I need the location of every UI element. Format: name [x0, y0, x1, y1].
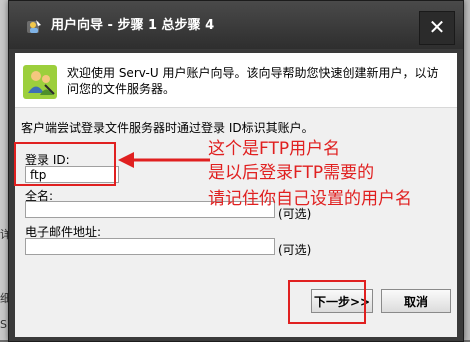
users-icon [23, 65, 57, 99]
login-id-highlight-box [14, 142, 116, 186]
annotation-line-1: 这个是FTP用户名 [208, 139, 341, 159]
login-id-description: 客户端尝试登录文件服务器时通过登录 ID标识其账户。 [21, 121, 314, 135]
close-icon: ✕ [428, 15, 446, 39]
background-glyph: S [0, 318, 7, 331]
annotation-arrow-icon [118, 152, 210, 168]
annotation-line-2: 是以后登录FTP需要的 [208, 163, 375, 183]
email-optional-hint: (可选) [278, 243, 312, 257]
title-bar[interactable]: 用户向导 - 步骤 1 总步骤 4 ✕ [9, 1, 463, 49]
welcome-banner: 欢迎使用 Serv-U 用户账户向导。该向导帮助您快速创建新用户，以访问您的文件… [15, 53, 457, 108]
next-button-highlight-box [288, 280, 366, 324]
email-input[interactable] [25, 238, 275, 255]
wizard-icon [27, 20, 41, 33]
annotation-line-3: 请记住你自己设置的用户名 [208, 189, 412, 209]
cancel-button[interactable]: 取消 [381, 289, 451, 313]
welcome-text: 欢迎使用 Serv-U 用户账户向导。该向导帮助您快速创建新用户，以访问您的文件… [67, 66, 439, 96]
close-button[interactable]: ✕ [419, 11, 455, 45]
window-title: 用户向导 - 步骤 1 总步骤 4 [51, 18, 215, 33]
